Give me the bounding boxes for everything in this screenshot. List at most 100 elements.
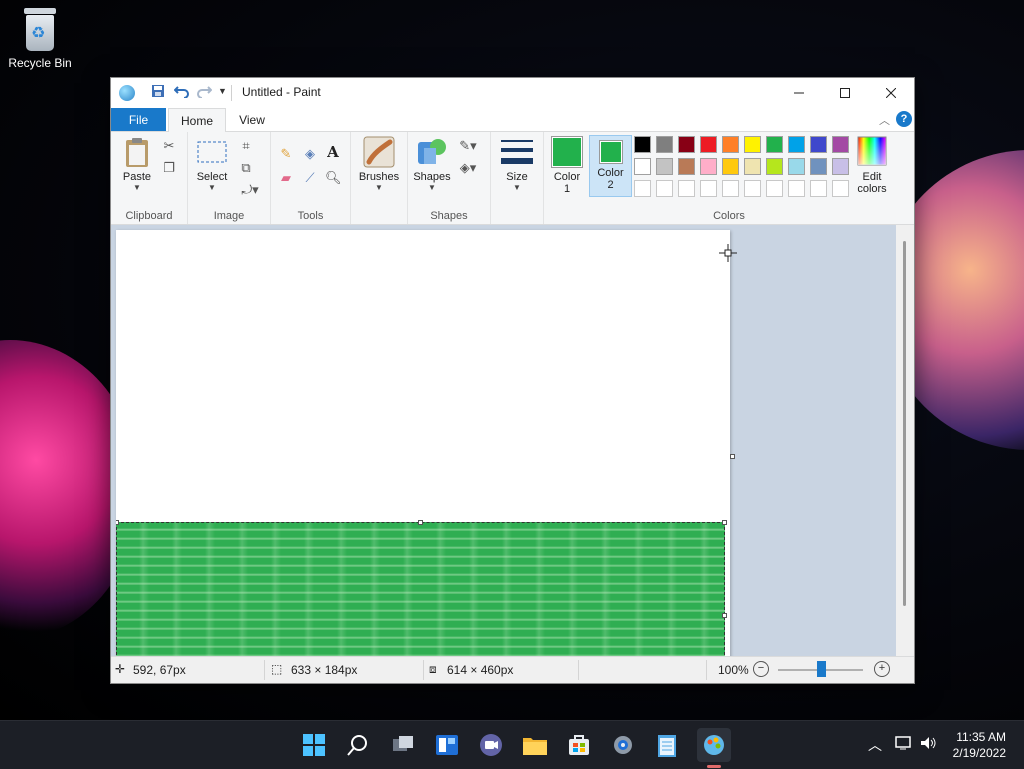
select-button[interactable]: Select ▼ bbox=[194, 136, 230, 192]
palette-swatch[interactable] bbox=[700, 158, 717, 175]
crosshair-cursor-icon bbox=[719, 244, 737, 262]
palette-swatch[interactable] bbox=[766, 136, 783, 153]
teams-chat-icon[interactable] bbox=[477, 731, 505, 759]
zoom-out-button[interactable]: − bbox=[753, 661, 769, 677]
store-icon[interactable] bbox=[565, 731, 593, 759]
palette-swatch[interactable] bbox=[744, 158, 761, 175]
notepad-icon[interactable] bbox=[653, 731, 681, 759]
crop-icon[interactable]: ⌗ bbox=[238, 138, 254, 154]
zoom-in-button[interactable]: + bbox=[874, 661, 890, 677]
customize-quick-access-icon[interactable]: ▼ bbox=[218, 86, 227, 96]
vertical-scrollbar[interactable] bbox=[896, 225, 914, 656]
color2-button[interactable]: Color 2 bbox=[589, 135, 632, 197]
fill-icon[interactable]: ◈ bbox=[302, 146, 318, 162]
collapse-ribbon-icon[interactable]: ︿ bbox=[879, 112, 890, 128]
copy-icon[interactable]: ❐ bbox=[161, 160, 177, 176]
palette-swatch[interactable] bbox=[832, 136, 849, 153]
palette-swatch[interactable] bbox=[788, 158, 805, 175]
tab-file[interactable]: File bbox=[111, 108, 166, 131]
canvas-size-icon: ⧈ bbox=[429, 662, 437, 676]
custom-color-slot[interactable] bbox=[744, 180, 761, 197]
custom-color-slot[interactable] bbox=[634, 180, 651, 197]
paste-button[interactable]: Paste ▼ bbox=[119, 136, 155, 192]
shapes-group: Shapes ▼ ✎▾ ◈▾ Shapes bbox=[408, 132, 491, 224]
magnifier-icon[interactable]: 🔍︎ bbox=[325, 170, 342, 186]
drawing-canvas[interactable] bbox=[116, 230, 730, 656]
zoom-slider-thumb[interactable] bbox=[817, 661, 826, 677]
palette-swatch[interactable] bbox=[722, 136, 739, 153]
vertical-scrollbar-thumb[interactable] bbox=[903, 241, 906, 606]
eraser-icon[interactable]: ▰ bbox=[278, 170, 294, 186]
show-hidden-icons-icon[interactable]: ︿ bbox=[868, 735, 882, 755]
tab-home[interactable]: Home bbox=[168, 108, 226, 133]
settings-gear-icon[interactable] bbox=[609, 731, 637, 759]
redo-icon[interactable] bbox=[196, 84, 213, 101]
edit-colors-button[interactable]: Edit colors bbox=[852, 136, 892, 195]
custom-color-slot[interactable] bbox=[700, 180, 717, 197]
color1-button[interactable]: Color 1 bbox=[548, 136, 586, 195]
clock-date: 2/19/2022 bbox=[952, 746, 1006, 760]
canvas-workspace[interactable] bbox=[111, 225, 896, 656]
palette-swatch[interactable] bbox=[700, 136, 717, 153]
cut-icon[interactable]: ✂ bbox=[161, 138, 177, 154]
selection-handle[interactable] bbox=[418, 520, 423, 525]
custom-color-slot[interactable] bbox=[788, 180, 805, 197]
pencil-icon[interactable]: ✎ bbox=[278, 146, 294, 162]
minimize-button[interactable] bbox=[776, 78, 822, 108]
custom-color-slot[interactable] bbox=[766, 180, 783, 197]
selection-handle[interactable] bbox=[722, 613, 727, 618]
palette-swatch[interactable] bbox=[678, 136, 695, 153]
palette-swatch[interactable] bbox=[832, 158, 849, 175]
custom-color-slot[interactable] bbox=[832, 180, 849, 197]
custom-color-slot[interactable] bbox=[678, 180, 695, 197]
palette-swatch[interactable] bbox=[722, 158, 739, 175]
recycle-bin-shortcut[interactable]: ♻ Recycle Bin bbox=[6, 6, 74, 70]
custom-color-slot[interactable] bbox=[722, 180, 739, 197]
network-icon[interactable] bbox=[895, 735, 913, 754]
selection-handle[interactable] bbox=[116, 520, 119, 525]
canvas-resize-handle[interactable] bbox=[730, 454, 735, 459]
rotate-icon[interactable]: ⤾▾ bbox=[238, 182, 262, 198]
text-icon[interactable]: A bbox=[325, 144, 341, 160]
palette-swatch[interactable] bbox=[634, 136, 651, 153]
file-explorer-icon[interactable] bbox=[521, 731, 549, 759]
resize-icon[interactable]: ⧉ bbox=[238, 160, 254, 176]
undo-icon[interactable] bbox=[173, 84, 190, 101]
selection-handle[interactable] bbox=[722, 520, 727, 525]
close-button[interactable] bbox=[868, 78, 914, 108]
palette-swatch[interactable] bbox=[810, 158, 827, 175]
paste-icon bbox=[121, 136, 153, 168]
title-bar[interactable]: ▼ Untitled - Paint bbox=[111, 78, 914, 108]
color-picker-icon[interactable]: ⟋ bbox=[302, 170, 318, 186]
palette-swatch[interactable] bbox=[788, 136, 805, 153]
size-button[interactable]: Size ▼ bbox=[497, 136, 537, 192]
palette-swatch[interactable] bbox=[810, 136, 827, 153]
maximize-button[interactable] bbox=[822, 78, 868, 108]
save-icon[interactable] bbox=[151, 84, 165, 101]
search-icon[interactable] bbox=[344, 731, 372, 759]
fill-shape-icon[interactable]: ◈▾ bbox=[456, 160, 480, 176]
system-clock[interactable]: 11:35 AM 2/19/2022 bbox=[953, 729, 1006, 761]
palette-swatch[interactable] bbox=[744, 136, 761, 153]
selection-rectangle[interactable] bbox=[116, 522, 725, 656]
start-icon[interactable] bbox=[300, 731, 328, 759]
paint-taskbar-icon[interactable] bbox=[697, 728, 731, 762]
custom-color-slot[interactable] bbox=[810, 180, 827, 197]
widgets-icon[interactable] bbox=[433, 731, 461, 759]
ribbon: Paste ▼ ✂ ❐ Clipboard Select ▼ ⌗ ⧉ ⤾▾ Im… bbox=[111, 132, 914, 225]
palette-swatch[interactable] bbox=[678, 158, 695, 175]
shapes-button[interactable]: Shapes ▼ bbox=[412, 136, 452, 192]
task-view-icon[interactable] bbox=[389, 731, 417, 759]
palette-swatch[interactable] bbox=[656, 136, 673, 153]
paint-app-icon[interactable] bbox=[119, 85, 135, 101]
volume-icon[interactable] bbox=[919, 735, 937, 754]
outline-icon[interactable]: ✎▾ bbox=[456, 138, 480, 154]
brushes-button[interactable]: Brushes ▼ bbox=[357, 136, 401, 192]
palette-swatch[interactable] bbox=[656, 158, 673, 175]
help-icon[interactable]: ? bbox=[896, 111, 912, 127]
selection-size: 633 × 184px bbox=[291, 663, 358, 677]
custom-color-slot[interactable] bbox=[656, 180, 673, 197]
palette-swatch[interactable] bbox=[634, 158, 651, 175]
palette-swatch[interactable] bbox=[766, 158, 783, 175]
tab-view[interactable]: View bbox=[228, 108, 276, 131]
